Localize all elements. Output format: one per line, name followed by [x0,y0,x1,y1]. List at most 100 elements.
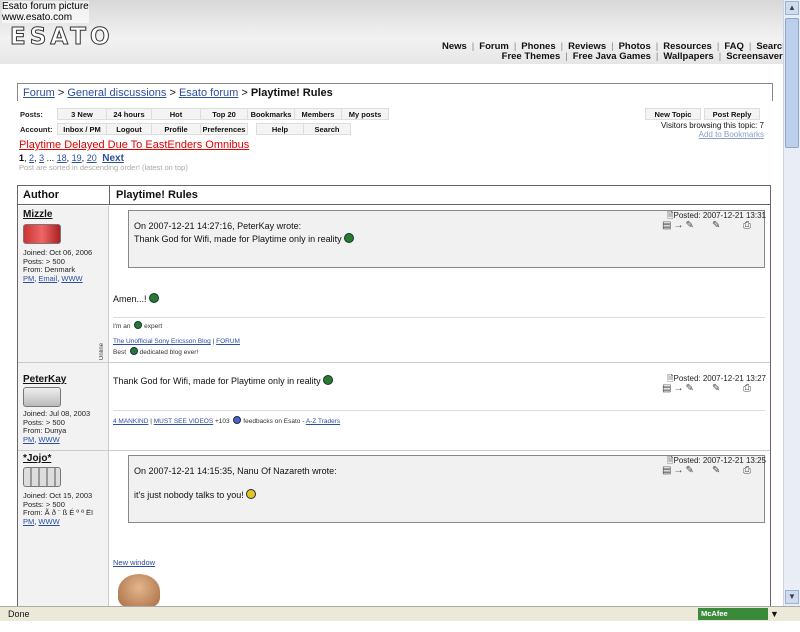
top-navigation: News | Forum | Phones | Reviews | Photos | Resourc… [378,42,788,62]
signature-divider [113,410,765,411]
smiley-icon [233,416,242,424]
scroll-down-icon[interactable]: ▼ [785,590,799,604]
username-link[interactable]: *Jojo* [23,453,51,464]
page-link[interactable]: 2 [29,153,34,163]
account-inbox-button[interactable]: Inbox / PM [57,123,107,135]
post-body: Thank God for Wifi, made for Playtime on… [113,375,333,386]
mankind-link[interactable]: 4 MANKIND [113,418,148,425]
user-info: Joined: Oct 06, 2006 Posts: > 500 From: … [23,248,93,283]
nav-row-2: Free Themes | Free Java Games | Wallpapers | S… [501,51,788,62]
quote-edit-icon[interactable]: ▤→✎ [662,220,696,231]
posts-hot-button[interactable]: Hot [151,108,201,120]
scrollbar-thumb[interactable] [785,18,799,148]
breadcrumb-esato-forum[interactable]: Esato forum [179,87,238,99]
visitors-info: Visitors browsing this topic: 7 Add to B… [640,121,764,139]
author-cell: PeterKay Joined: Jul 08, 2003 Posts: > 5… [18,363,109,450]
new-window-link[interactable]: New window [113,558,155,567]
online-indicator: Online [99,343,105,361]
smiley-icon [322,375,333,385]
nav-news[interactable]: News [442,41,467,52]
smiley-icon [129,347,138,355]
topic-title-header: Playtime! Rules [109,185,771,205]
new-topic-button[interactable]: New Topic [645,108,701,120]
print-icon[interactable]: ⎙ [743,383,753,394]
breadcrumb-general-discussions[interactable]: General discussions [67,87,166,99]
related-topic-link[interactable]: Playtime Delayed Due To EastEnders Omnib… [19,139,249,151]
quote-edit-icon[interactable]: ▤→✎ [662,383,696,394]
status-text: Done [8,609,30,619]
nav-screensavers[interactable]: Screensavers [726,51,788,62]
mcafee-siteadvisor-button[interactable]: McAfee SiteAdvisor [698,608,768,630]
email-link[interactable]: Email [38,274,57,283]
signature-divider [113,317,765,318]
username-link[interactable]: Mizzle [23,209,52,220]
posts-3-new-button[interactable]: 3 New [57,108,107,120]
username-link[interactable]: PeterKay [23,374,66,385]
must-see-videos-link[interactable]: MUST SEE VIDEOS [154,418,213,425]
breadcrumb-current: Playtime! Rules [250,87,333,99]
avatar-image [118,574,160,608]
edit-icon[interactable]: ✎ [712,220,722,231]
posts-24-hours-button[interactable]: 24 hours [106,108,152,120]
blog-link[interactable]: The Unofficial Sony Ericsson Blog [113,338,211,345]
page-link[interactable]: 20 [87,153,97,163]
caption-line-2: www.esato.com [2,12,73,23]
www-link[interactable]: WWW [38,435,59,444]
visitors-count: Visitors browsing this topic: 7 [660,121,764,130]
post-body: Amen...! [113,293,159,304]
smiley-icon [245,489,256,499]
www-link[interactable]: WWW [61,274,82,283]
page-link[interactable]: 18 [57,153,67,163]
account-profile-button[interactable]: Profile [151,123,201,135]
pm-link[interactable]: PM [23,274,34,283]
post-reply-button[interactable]: Post Reply [704,108,760,120]
chevron-down-icon[interactable]: ▼ [770,607,779,621]
print-icon[interactable]: ⎙ [743,465,753,476]
sort-note: Post are sorted in descending order! (la… [19,163,188,172]
account-logout-button[interactable]: Logout [106,123,152,135]
quote-text: Thank God for Wifi, made for Playtime on… [134,233,759,246]
posts-top-20-button[interactable]: Top 20 [200,108,248,120]
nav-wallpapers[interactable]: Wallpapers [663,51,713,62]
print-icon[interactable]: ⎙ [743,220,753,231]
row-divider [18,362,770,363]
row-divider [18,450,770,451]
signature-line-3: Best dedicated blog ever! [113,347,199,356]
posts-my-posts-button[interactable]: My posts [341,108,389,120]
account-preferences-button[interactable]: Preferences [200,123,248,135]
pm-link[interactable]: PM [23,517,34,526]
account-search-button[interactable]: Search [303,123,351,135]
page-link[interactable]: 3 [39,153,44,163]
quote-text: it's just nobody talks to you! [134,489,759,502]
page-current: 1 [19,153,25,163]
pm-link[interactable]: PM [23,435,34,444]
nav-free-themes[interactable]: Free Themes [502,51,561,62]
posts-members-button[interactable]: Members [294,108,342,120]
add-to-bookmarks-link[interactable]: Add to Bookmarks [640,130,764,139]
page-link[interactable]: 19 [72,153,82,163]
quote-edit-icon[interactable]: ▤→✎ [662,465,696,476]
account-help-button[interactable]: Help [256,123,304,135]
caption-line-1: Esato forum picture [2,1,89,12]
breadcrumb-forum[interactable]: Forum [23,87,55,99]
avatar [23,224,61,244]
az-traders-link[interactable]: A-Z Traders [306,418,340,425]
scroll-up-icon[interactable]: ▲ [785,1,799,15]
signature-line: 4 MANKIND | MUST SEE VIDEOS +103 feedbac… [113,416,341,425]
nav-free-java-games[interactable]: Free Java Games [573,51,651,62]
breadcrumb: Forum > General discussions > Esato foru… [17,83,773,101]
edit-icon[interactable]: ✎ [712,465,722,476]
forum-link[interactable]: FORUM [216,338,240,345]
signature-line-1: I'm an expert [113,321,163,330]
edit-icon[interactable]: ✎ [712,383,722,394]
signature-line-2: The Unofficial Sony Ericsson Blog | FORU… [113,338,240,345]
account-label: Account: [20,125,53,134]
avatar [23,467,61,487]
posts-bookmarks-button[interactable]: Bookmarks [247,108,295,120]
status-bar: Done McAfee SiteAdvisor ▼ [0,606,800,630]
user-info: Joined: Jul 08, 2003 Posts: > 500 From: … [23,409,91,444]
esato-logo[interactable]: ESATO [10,24,114,51]
author-cell: *Jojo* Joined: Oct 15, 2003 Posts: > 500… [18,451,109,606]
www-link[interactable]: WWW [38,517,59,526]
caption-overlay: Esato forum picture www.esato.com [2,1,89,23]
